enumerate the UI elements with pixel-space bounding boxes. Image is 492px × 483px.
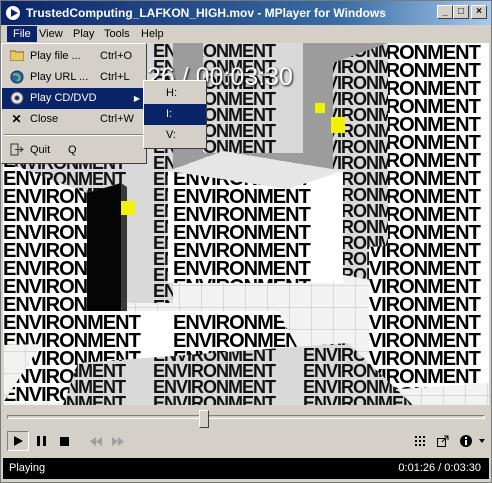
play-button[interactable] bbox=[7, 431, 29, 451]
fullscreen-button[interactable] bbox=[432, 431, 454, 451]
previous-icon bbox=[90, 436, 102, 446]
playlist-button[interactable] bbox=[409, 431, 431, 451]
stop-button[interactable] bbox=[53, 431, 75, 451]
playback-controls bbox=[1, 429, 491, 453]
folder-icon bbox=[9, 49, 24, 64]
status-bar: Playing 0:01:26 / 0:03:30 bbox=[3, 458, 489, 479]
seek-track[interactable] bbox=[7, 415, 485, 419]
pause-button[interactable] bbox=[30, 431, 52, 451]
minimize-button[interactable]: _ bbox=[437, 5, 453, 19]
close-icon: ✕ bbox=[11, 112, 22, 126]
menu-item-label: Close bbox=[30, 113, 59, 125]
next-icon bbox=[112, 436, 124, 446]
file-menu-dropdown: Play file ... Ctrl+O Play URL ... Ctrl+L… bbox=[1, 43, 147, 164]
chevron-down-icon bbox=[479, 439, 485, 443]
pause-icon bbox=[36, 436, 46, 446]
window-title: TrustedComputing_LAFKON_HIGH.mov - MPlay… bbox=[26, 6, 386, 20]
seek-thumb[interactable] bbox=[199, 410, 209, 428]
menu-play[interactable]: Play bbox=[67, 26, 100, 42]
menu-item-label: Play CD/DVD bbox=[30, 92, 97, 104]
menu-item-quit[interactable]: Quit Q bbox=[2, 140, 146, 161]
play-icon bbox=[14, 436, 23, 446]
mplayer-window: TrustedComputing_LAFKON_HIGH.mov - MPlay… bbox=[0, 0, 492, 483]
title-bar[interactable]: TrustedComputing_LAFKON_HIGH.mov - MPlay… bbox=[1, 1, 491, 25]
menu-bar: File View Play Tools Help bbox=[1, 25, 491, 43]
seek-bar[interactable] bbox=[7, 410, 485, 428]
disc-icon bbox=[9, 91, 24, 106]
stop-icon bbox=[59, 436, 69, 446]
menu-item-shortcut: Ctrl+W bbox=[100, 113, 134, 125]
previous-button[interactable] bbox=[85, 431, 107, 451]
info-icon bbox=[460, 435, 472, 447]
next-button[interactable] bbox=[107, 431, 129, 451]
menu-item-play-file[interactable]: Play file ... Ctrl+O bbox=[2, 46, 146, 67]
submenu-arrow-icon: ▶ bbox=[133, 94, 140, 103]
info-button[interactable] bbox=[457, 431, 475, 451]
close-window-button[interactable]: × bbox=[471, 5, 487, 19]
menu-help[interactable]: Help bbox=[135, 26, 170, 42]
menu-item-play-cd-dvd[interactable]: Play CD/DVD ▶ bbox=[2, 88, 146, 109]
info-dropdown-button[interactable] bbox=[476, 431, 488, 451]
menu-item-close[interactable]: ✕ Close Ctrl+W bbox=[2, 109, 146, 130]
menu-item-shortcut: Ctrl+L bbox=[100, 71, 130, 83]
menu-view[interactable]: View bbox=[33, 26, 69, 42]
menu-item-label: Quit bbox=[30, 144, 51, 156]
fullscreen-icon bbox=[437, 435, 449, 447]
maximize-button[interactable]: □ bbox=[453, 5, 469, 19]
menu-item-label: Play file ... bbox=[30, 50, 81, 62]
playback-time: 0:01:26 / 0:03:30 bbox=[398, 462, 481, 474]
menu-item-play-url[interactable]: Play URL ... Ctrl+L bbox=[2, 67, 146, 88]
menu-tools[interactable]: Tools bbox=[98, 26, 136, 42]
mplayer-app-icon[interactable] bbox=[5, 5, 21, 21]
exit-icon bbox=[9, 143, 24, 158]
cd-dvd-submenu: H: I: V: bbox=[143, 80, 207, 149]
menu-separator bbox=[4, 134, 144, 136]
playback-status: Playing bbox=[9, 462, 46, 474]
drive-i[interactable]: I: bbox=[144, 104, 206, 125]
drive-v[interactable]: V: bbox=[144, 125, 206, 146]
playlist-icon bbox=[415, 436, 425, 446]
globe-icon bbox=[9, 70, 24, 85]
menu-item-shortcut: Ctrl+O bbox=[100, 50, 133, 62]
menu-item-shortcut: Q bbox=[68, 144, 77, 156]
drive-h[interactable]: H: bbox=[144, 83, 206, 104]
menu-item-label: Play URL ... bbox=[30, 71, 89, 83]
